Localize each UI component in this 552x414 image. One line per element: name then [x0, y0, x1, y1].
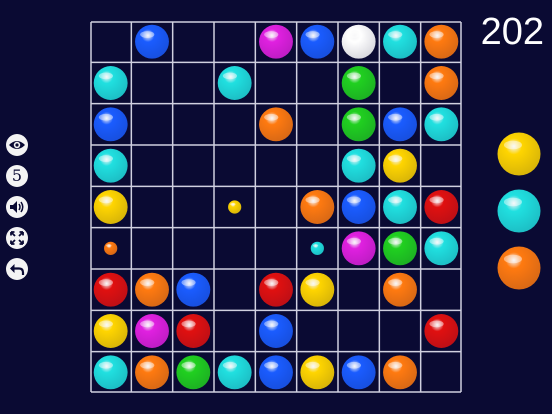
ball-red[interactable]	[93, 272, 128, 307]
board-cell[interactable]	[255, 186, 296, 227]
preview-ball-orange[interactable]	[104, 241, 118, 255]
board-cell[interactable]	[421, 352, 462, 393]
ball-green[interactable]	[341, 107, 376, 142]
ball-blue[interactable]	[259, 355, 293, 390]
ball-cyan[interactable]	[424, 231, 459, 266]
board-cell[interactable]	[421, 145, 462, 186]
ball-blue[interactable]	[176, 272, 211, 307]
ball-blue[interactable]	[93, 107, 128, 142]
ball-blue[interactable]	[341, 355, 376, 390]
board-cell[interactable]	[338, 269, 379, 310]
ball-blue[interactable]	[259, 314, 293, 348]
undo-icon[interactable]	[6, 258, 28, 280]
ball-blue[interactable]	[135, 24, 169, 59]
next-ball-orange	[497, 246, 541, 290]
ball-magenta[interactable]	[259, 24, 293, 59]
board-cell[interactable]	[379, 62, 420, 103]
ball-red[interactable]	[259, 272, 293, 307]
board-cell[interactable]	[131, 104, 172, 145]
ball-yellow[interactable]	[93, 190, 128, 224]
ball-cyan[interactable]	[93, 66, 128, 100]
ball-red[interactable]	[424, 314, 459, 348]
board-cell[interactable]	[131, 228, 172, 269]
board-cell[interactable]	[255, 145, 296, 186]
board-grid[interactable]	[90, 21, 462, 393]
ball-white[interactable]	[341, 24, 376, 59]
board-cell[interactable]	[173, 21, 214, 62]
ball-orange[interactable]	[300, 190, 335, 224]
ball-yellow[interactable]	[383, 148, 417, 183]
board-cell[interactable]	[214, 269, 255, 310]
board-cell[interactable]	[131, 145, 172, 186]
board-cell[interactable]	[297, 310, 338, 351]
preview-ball-cyan[interactable]	[310, 241, 324, 255]
next-ball-cyan	[497, 189, 541, 233]
board-cell[interactable]	[338, 310, 379, 351]
ball-orange[interactable]	[259, 107, 293, 142]
ball-yellow[interactable]	[300, 355, 335, 390]
board-cell[interactable]	[90, 21, 131, 62]
next-ball-orange-shape	[497, 246, 541, 290]
board-cell[interactable]	[131, 186, 172, 227]
board-cell[interactable]	[173, 145, 214, 186]
ball-orange[interactable]	[383, 355, 417, 390]
next-ball-yellow-shape	[497, 132, 541, 176]
score-display: 202	[480, 11, 544, 53]
ball-green[interactable]	[176, 355, 211, 390]
board-cell[interactable]	[214, 145, 255, 186]
board-cell[interactable]	[379, 310, 420, 351]
preview-ball-yellow[interactable]	[228, 200, 242, 214]
ball-red[interactable]	[424, 190, 459, 224]
board-cell[interactable]	[297, 145, 338, 186]
ball-green[interactable]	[383, 231, 417, 266]
board-cell[interactable]	[173, 62, 214, 103]
ball-blue[interactable]	[341, 190, 376, 224]
ball-cyan[interactable]	[217, 355, 252, 390]
five-button[interactable]: 5	[6, 165, 28, 187]
ball-cyan[interactable]	[424, 107, 459, 142]
board-cell[interactable]	[173, 104, 214, 145]
ball-yellow[interactable]	[300, 272, 335, 307]
ball-yellow[interactable]	[93, 314, 128, 348]
ball-cyan[interactable]	[93, 355, 128, 390]
ball-cyan[interactable]	[341, 148, 376, 183]
volume-icon[interactable]	[6, 196, 28, 218]
board-cell[interactable]	[173, 228, 214, 269]
ball-orange[interactable]	[135, 355, 169, 390]
ball-orange[interactable]	[383, 272, 417, 307]
ball-cyan[interactable]	[217, 66, 252, 100]
board-cell[interactable]	[214, 310, 255, 351]
board-cell[interactable]	[214, 21, 255, 62]
ball-orange[interactable]	[424, 66, 459, 100]
ball-green[interactable]	[341, 66, 376, 100]
ball-blue[interactable]	[383, 107, 417, 142]
board-cell[interactable]	[131, 62, 172, 103]
eye-icon[interactable]	[6, 134, 28, 156]
ball-cyan[interactable]	[93, 148, 128, 183]
board-cell[interactable]	[255, 228, 296, 269]
ball-orange[interactable]	[424, 24, 459, 59]
board-cell[interactable]	[173, 186, 214, 227]
ball-magenta[interactable]	[341, 231, 376, 266]
game-board[interactable]	[90, 21, 462, 393]
board-cell[interactable]	[421, 269, 462, 310]
next-ball-cyan-shape	[497, 189, 541, 233]
board-cell[interactable]	[214, 104, 255, 145]
board-cell[interactable]	[297, 62, 338, 103]
fullscreen-icon[interactable]	[6, 227, 28, 249]
five-label: 5	[11, 166, 23, 185]
ball-cyan[interactable]	[383, 24, 417, 59]
ball-magenta[interactable]	[135, 314, 169, 348]
next-balls-panel	[496, 131, 542, 302]
board-cell[interactable]	[297, 104, 338, 145]
ball-orange[interactable]	[135, 272, 169, 307]
next-ball-yellow	[497, 132, 541, 176]
ball-red[interactable]	[176, 314, 211, 348]
ball-blue[interactable]	[300, 24, 335, 59]
ball-cyan[interactable]	[383, 190, 417, 224]
board-cell[interactable]	[255, 62, 296, 103]
game-screen: 5 202	[0, 0, 552, 414]
board-cell[interactable]	[214, 228, 255, 269]
